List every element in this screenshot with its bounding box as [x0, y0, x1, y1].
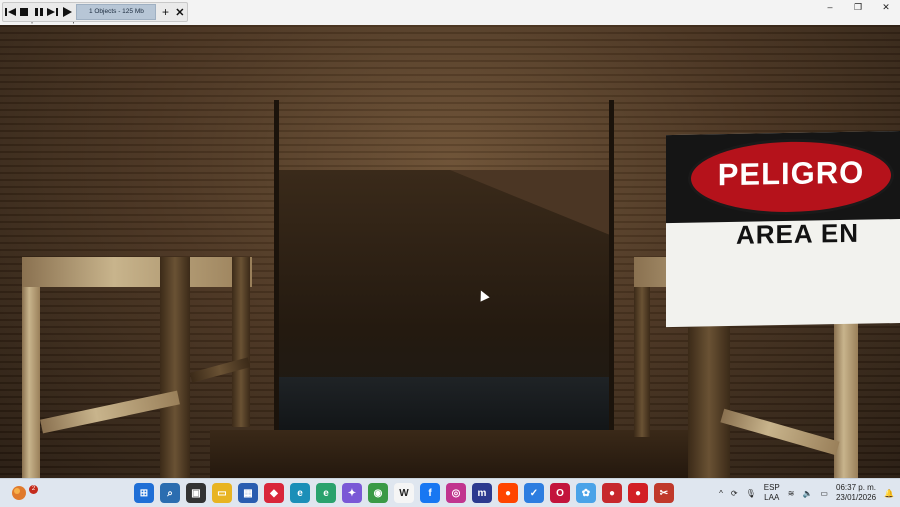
volume-icon[interactable]: 🔈	[802, 489, 812, 498]
microphone-icon[interactable]: 🎙	[746, 489, 756, 498]
sync-icon[interactable]: ⟳	[731, 489, 738, 498]
todo-icon[interactable]: ✓	[524, 483, 544, 503]
language-top: ESP	[763, 483, 780, 492]
minimize-button[interactable]: –	[816, 0, 844, 14]
stair-ceiling	[450, 170, 610, 235]
left-railing-bar	[40, 390, 180, 434]
right-railing-bar	[720, 408, 840, 456]
red-ball-app-icon[interactable]: ●	[602, 483, 622, 503]
door-frame-left	[274, 100, 279, 435]
snipping-tool-icon[interactable]: ✂	[654, 483, 674, 503]
red-diamond-app-icon[interactable]: ◆	[264, 483, 284, 503]
add-button[interactable]: +	[158, 4, 172, 20]
stop-icon	[20, 8, 29, 16]
chrome-icon[interactable]: ◉	[368, 483, 388, 503]
skip-forward-icon	[47, 8, 59, 16]
widgets-button[interactable]: 2	[10, 483, 38, 503]
system-tray: ^ ⟳ 🎙 ESP LAA ≋ 🔈 ▭ 06:37 p. m. 23/01/20…	[719, 482, 894, 504]
wikipedia-icon[interactable]: W	[394, 483, 414, 503]
left-railing-post-1	[22, 257, 40, 478]
left-railing-top	[22, 257, 252, 287]
tray-chevron-icon[interactable]: ^	[719, 489, 723, 498]
taskbar: 2 ⊞ ⌕ ▣ ▭ ▦ ◆ e e ✦ ◉ Wf ◎ m ● ✓ O ✿ ● ● ✂ ^ ⟳ 🎙 ESP LAA ≋ …	[0, 478, 900, 507]
play-button[interactable]	[60, 4, 74, 20]
language-indicator[interactable]: ESP LAA	[764, 483, 780, 503]
wifi-icon[interactable]: ≋	[788, 489, 795, 498]
wood-floor	[210, 430, 690, 478]
close-window-button[interactable]: ✕	[872, 0, 900, 14]
pause-button[interactable]	[32, 4, 46, 20]
photos-icon[interactable]: ✿	[576, 483, 596, 503]
roblox-app-icon[interactable]: ●	[628, 483, 648, 503]
notifications-bell-icon[interactable]: 🔔	[884, 489, 894, 498]
instagram-icon[interactable]: ◎	[446, 483, 466, 503]
door-frame-right	[609, 100, 614, 435]
battery-icon[interactable]: ▭	[820, 489, 828, 498]
maximize-button[interactable]: ❐	[844, 0, 872, 14]
store-icon[interactable]: ▦	[238, 483, 258, 503]
peligro-sign: PELIGRO AREA EN	[666, 130, 900, 328]
language-bottom: LAA	[764, 493, 780, 502]
clock-time: 06:37 p. m.	[836, 483, 877, 492]
facebook-icon[interactable]: f	[420, 483, 440, 503]
taskbar-apps: ⊞ ⌕ ▣ ▭ ▦ ◆ e e ✦ ◉ Wf ◎ m ● ✓ O ✿ ● ● ✂	[134, 483, 674, 503]
opera-icon[interactable]: O	[550, 483, 570, 503]
window-controls: – ❐ ✕	[816, 0, 900, 14]
reddit-icon[interactable]: ●	[498, 483, 518, 503]
skip-back-button[interactable]	[3, 4, 17, 20]
game-viewport[interactable]: PELIGRO AREA EN	[0, 25, 900, 478]
pause-icon	[34, 8, 43, 16]
left-railing-post-2	[160, 257, 190, 478]
left-railing-post-3	[232, 257, 250, 427]
sign-subtitle: AREA EN	[736, 217, 860, 250]
file-explorer-icon[interactable]: ▭	[212, 483, 232, 503]
m-app-icon[interactable]: m	[472, 483, 492, 503]
media-status: 1 Objects - 125 Mb	[76, 4, 157, 20]
search-icon[interactable]: ⌕	[160, 483, 180, 503]
close-toolbar-button[interactable]: ✕	[173, 4, 187, 20]
task-view-icon[interactable]: ▣	[186, 483, 206, 503]
play-icon	[63, 7, 73, 17]
media-toolbar: 1 Objects - 125 Mb + ✕	[2, 2, 188, 22]
water-floor	[278, 377, 610, 435]
sign-title: PELIGRO	[717, 154, 865, 193]
clock[interactable]: 06:37 p. m. 23/01/2026	[836, 483, 876, 503]
edge-beta-icon[interactable]: e	[316, 483, 336, 503]
widgets-icon	[12, 486, 26, 500]
start-icon[interactable]: ⊞	[134, 483, 154, 503]
stop-button[interactable]	[17, 4, 31, 20]
clock-date: 23/01/2026	[835, 493, 877, 502]
edge-icon[interactable]: e	[290, 483, 310, 503]
notification-badge: 2	[29, 485, 38, 494]
skip-forward-button[interactable]	[46, 4, 60, 20]
skip-back-icon	[4, 8, 16, 16]
copilot-icon[interactable]: ✦	[342, 483, 362, 503]
